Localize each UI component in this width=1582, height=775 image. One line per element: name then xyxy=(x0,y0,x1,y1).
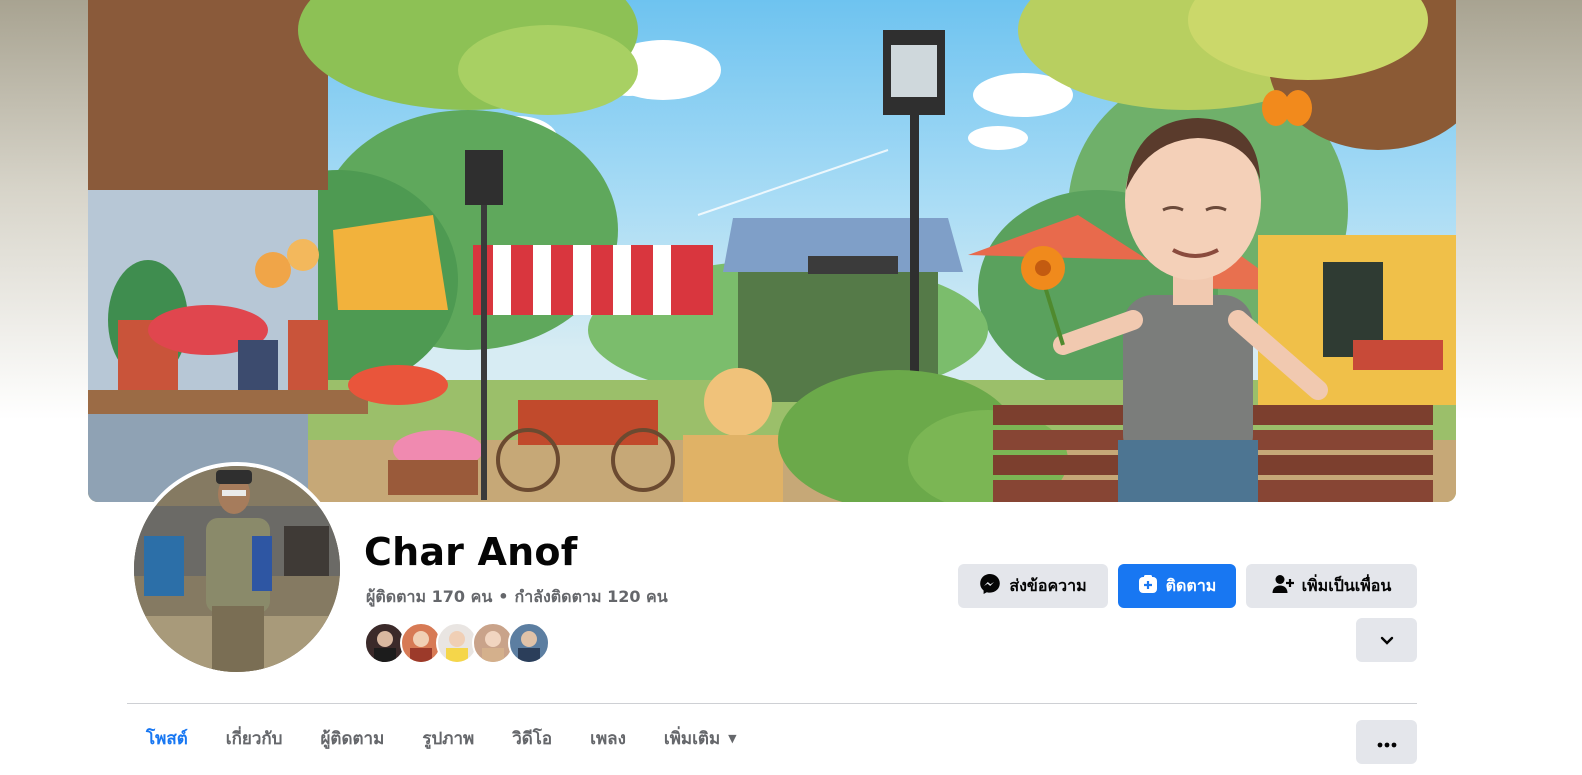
caret-down-icon: ▼ xyxy=(728,731,737,745)
profile-options-dropdown-button[interactable] xyxy=(1356,618,1417,662)
tab-music[interactable]: เพลง xyxy=(571,714,645,762)
tab-more[interactable]: เพิ่มเติม ▼ xyxy=(645,714,756,762)
chevron-down-icon xyxy=(1380,631,1394,650)
follow-button-label: ติดตาม xyxy=(1165,575,1217,595)
tab-label: ผู้ติดตาม xyxy=(320,728,385,749)
add-friend-button-label: เพิ่มเป็นเพื่อน xyxy=(1301,575,1392,595)
stats-separator: • xyxy=(498,587,509,606)
tab-label: เกี่ยวกับ xyxy=(225,728,283,749)
messenger-icon xyxy=(979,573,1001,599)
tab-label: เพลง xyxy=(590,728,626,749)
tab-label: โพสต์ xyxy=(146,728,188,749)
tab-label: รูปภาพ xyxy=(422,728,475,749)
friend-avatar[interactable] xyxy=(508,622,550,664)
ellipsis-icon xyxy=(1377,733,1397,752)
tab-label: วิดีโอ xyxy=(512,728,553,749)
tab-followers[interactable]: ผู้ติดตาม xyxy=(301,714,403,762)
tabs-more-options-button[interactable] xyxy=(1356,720,1417,764)
follow-plus-icon xyxy=(1138,574,1158,598)
profile-picture[interactable] xyxy=(134,466,340,672)
follow-button[interactable]: ติดตาม xyxy=(1118,564,1236,608)
following-count-link[interactable]: กำลังติดตาม 120 คน xyxy=(515,587,668,606)
message-button-label: ส่งข้อความ xyxy=(1009,575,1087,595)
tab-label: เพิ่มเติม xyxy=(663,728,721,749)
cover-photo[interactable] xyxy=(88,0,1456,502)
tab-about[interactable]: เกี่ยวกับ xyxy=(207,714,302,762)
tab-photos[interactable]: รูปภาพ xyxy=(403,714,493,762)
followers-count-link[interactable]: ผู้ติดตาม 170 คน xyxy=(366,587,492,606)
tab-posts[interactable]: โพสต์ xyxy=(127,714,207,762)
section-divider xyxy=(127,703,1417,704)
profile-photo-illustration xyxy=(134,466,340,672)
tab-videos[interactable]: วิดีโอ xyxy=(493,714,571,762)
follow-stats: ผู้ติดตาม 170 คน • กำลังติดตาม 120 คน xyxy=(366,585,668,610)
profile-name: Char Anof xyxy=(364,530,578,574)
profile-tabs: โพสต์ เกี่ยวกับ ผู้ติดตาม รูปภาพ วิดีโอ … xyxy=(127,714,756,762)
add-friend-icon xyxy=(1272,574,1294,598)
cover-illustration xyxy=(88,0,1456,502)
add-friend-button[interactable]: เพิ่มเป็นเพื่อน xyxy=(1246,564,1417,608)
message-button[interactable]: ส่งข้อความ xyxy=(958,564,1108,608)
